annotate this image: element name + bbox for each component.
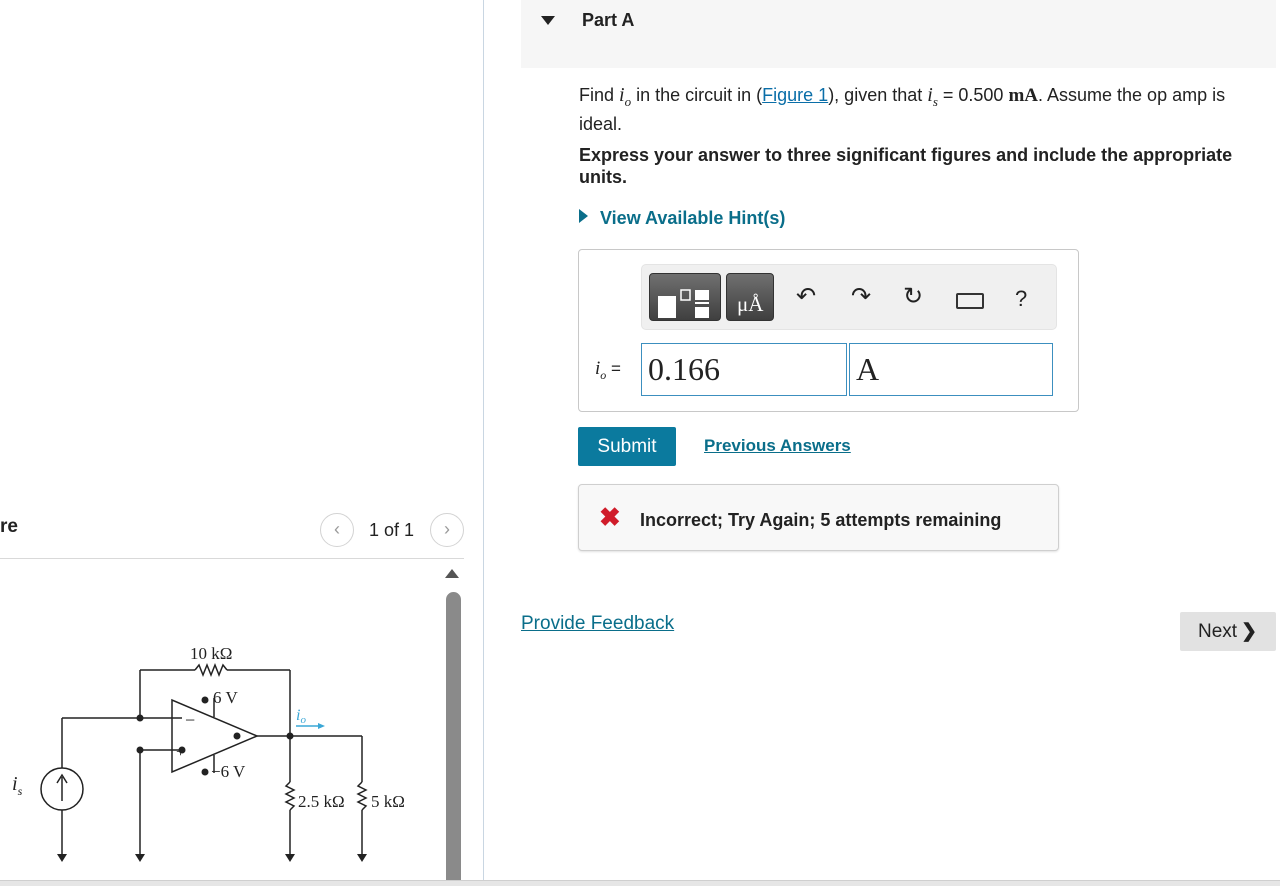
keyboard-icon[interactable] (956, 293, 984, 309)
templates-icon (658, 289, 709, 318)
positive-supply-label: 6 V (213, 688, 238, 707)
answer-box: μÅ ↶ ↷ ↻ ? io = 0.166 A (578, 249, 1079, 412)
feedback-resistor-label: 10 kΩ (190, 644, 232, 663)
figure-title: re (0, 516, 18, 537)
figure-divider (0, 558, 464, 559)
circuit-diagram: 10 kΩ 6 V −6 V − + io is 2.5 kΩ 5 kΩ (12, 644, 405, 862)
figure-link[interactable]: Figure 1 (762, 85, 828, 105)
math-toolbar: μÅ ↶ ↷ ↻ ? (641, 264, 1057, 330)
figure-counter: 1 of 1 (369, 520, 415, 540)
inverting-input-sign: − (185, 710, 195, 730)
caret-down-icon[interactable] (541, 16, 555, 25)
help-button[interactable]: ? (1015, 285, 1027, 313)
answer-instruction: Express your answer to three significant… (579, 145, 1233, 187)
question-text: Find io in the circuit in (Figure 1), gi… (579, 84, 1226, 134)
caret-right-icon (579, 209, 588, 223)
answer-unit-input[interactable]: A (849, 343, 1053, 396)
submit-button[interactable]: Submit (578, 427, 676, 466)
feedback-message: ✖ Incorrect; Try Again; 5 attempts remai… (578, 484, 1059, 551)
reset-icon[interactable]: ↻ (903, 283, 923, 311)
templates-button[interactable] (649, 273, 721, 321)
next-label: Next (1198, 621, 1238, 642)
source-current-subscript: s (18, 784, 23, 798)
part-title: Part A (582, 10, 635, 30)
chevron-left-icon: ‹ (334, 519, 340, 539)
noninverting-input-sign: + (176, 744, 185, 761)
x-icon: ✖ (599, 502, 621, 532)
previous-answers-link[interactable]: Previous Answers (704, 436, 851, 456)
view-hints-link[interactable]: View Available Hint(s) (579, 208, 785, 229)
redo-icon[interactable]: ↷ (851, 283, 871, 311)
units-label: μÅ (737, 292, 764, 316)
io-symbol: io (619, 84, 632, 109)
answer-variable-label: io = (595, 358, 621, 382)
output-current-subscript: o (300, 714, 306, 726)
scrollbar-thumb[interactable] (446, 592, 461, 886)
load-resistor-2-label: 5 kΩ (371, 792, 405, 811)
svg-text:is: is (12, 773, 23, 798)
scroll-up-arrow[interactable] (445, 569, 459, 578)
feedback-text: Incorrect; Try Again; 5 attempts remaini… (640, 510, 1002, 530)
figure-panel: re ‹ 1 of 1 › 10 kΩ 6 V −6 V − + io is 2… (0, 0, 484, 886)
provide-feedback-link[interactable]: Provide Feedback (521, 613, 674, 635)
is-symbol: is (927, 84, 938, 109)
svg-text:io: io (296, 707, 306, 726)
answer-value-input[interactable]: 0.166 (641, 343, 847, 396)
next-button[interactable]: Next ❯ (1180, 612, 1276, 651)
undo-icon[interactable]: ↶ (796, 283, 816, 311)
negative-supply-label: −6 V (211, 762, 246, 781)
chevron-right-icon: ❯ (1241, 621, 1257, 642)
figure-prev-button[interactable]: ‹ (320, 513, 354, 547)
view-hints-label: View Available Hint(s) (600, 208, 786, 228)
chevron-right-icon: › (444, 519, 450, 539)
figure-next-button[interactable]: › (430, 513, 464, 547)
units-button[interactable]: μÅ (726, 273, 774, 321)
load-resistor-1-label: 2.5 kΩ (298, 792, 345, 811)
bottom-bar (0, 880, 1280, 886)
